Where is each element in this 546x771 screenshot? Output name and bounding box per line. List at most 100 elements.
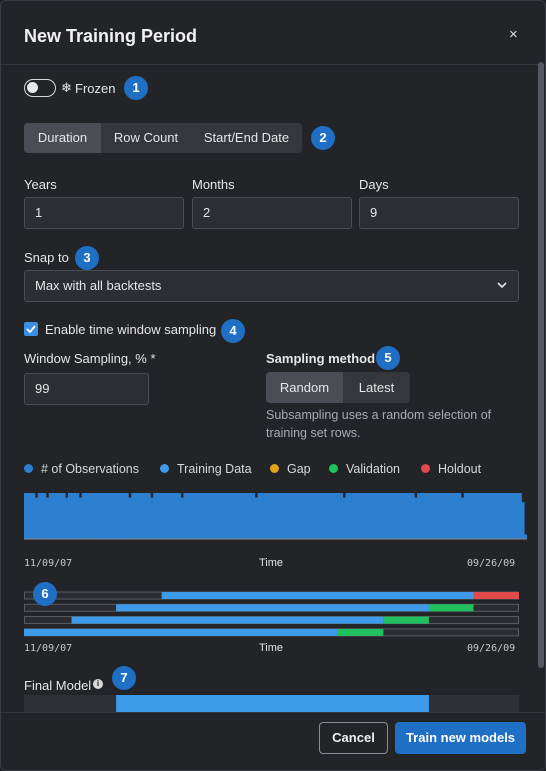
observation-bar xyxy=(92,493,96,539)
observation-bar xyxy=(312,493,316,539)
observation-bar xyxy=(466,493,470,539)
observation-bar xyxy=(307,493,311,539)
observation-bar xyxy=(78,497,83,539)
observation-bar xyxy=(81,493,85,539)
tab-duration[interactable]: Duration xyxy=(24,123,101,153)
snap-to-select[interactable]: Max with all backtests xyxy=(24,270,519,302)
observation-bar xyxy=(40,493,44,539)
observation-bar xyxy=(155,493,159,539)
observation-bar xyxy=(472,493,476,539)
observation-bar xyxy=(199,493,203,539)
years-input[interactable]: 1 xyxy=(24,197,184,229)
frozen-toggle[interactable] xyxy=(24,79,56,97)
tab-row-count[interactable]: Row Count xyxy=(101,123,191,153)
days-input[interactable]: 9 xyxy=(359,197,519,229)
observation-bar xyxy=(287,493,291,539)
observation-bar xyxy=(296,493,300,539)
observation-bar xyxy=(428,493,432,539)
legend-validation: Validation xyxy=(329,462,400,476)
observation-bar xyxy=(524,534,527,539)
observation-bar xyxy=(507,493,511,539)
observation-bar xyxy=(430,493,434,539)
observation-bar xyxy=(73,493,77,539)
observation-bar xyxy=(389,493,393,539)
dialog-title: New Training Period xyxy=(24,26,198,46)
observation-bar xyxy=(370,493,374,539)
months-input[interactable]: 2 xyxy=(192,197,352,229)
scrollbar[interactable] xyxy=(538,62,544,668)
legend-label: Training Data xyxy=(177,462,252,476)
observation-bar xyxy=(197,493,201,539)
close-icon[interactable]: × xyxy=(509,26,518,43)
snap-to-value: Max with all backtests xyxy=(35,278,162,293)
observation-bar xyxy=(282,493,286,539)
chevron-down-icon xyxy=(496,271,508,312)
train-new-models-button[interactable]: Train new models xyxy=(395,722,526,754)
observation-bar xyxy=(384,493,388,539)
observation-bar xyxy=(329,493,333,539)
callout-marker-7: 7 xyxy=(112,666,136,690)
observation-bar xyxy=(340,493,344,539)
observation-bar xyxy=(331,493,335,539)
observation-bar xyxy=(452,493,456,539)
info-icon[interactable]: i xyxy=(93,679,103,689)
frozen-label: Frozen xyxy=(75,81,116,96)
backtest-validation-segment xyxy=(383,616,429,624)
observation-bar xyxy=(304,493,308,539)
observation-bar xyxy=(232,493,236,539)
callout-marker-6: 6 xyxy=(33,582,57,606)
cancel-button[interactable]: Cancel xyxy=(319,722,388,754)
observation-bar xyxy=(419,493,423,539)
observation-bar xyxy=(98,493,102,539)
observation-bar xyxy=(128,497,132,539)
observation-bar xyxy=(444,493,448,539)
sampling-method-tabs: Random Latest xyxy=(266,372,410,403)
observation-bar xyxy=(243,493,247,539)
observation-bar xyxy=(483,493,487,539)
observation-bar xyxy=(166,493,170,539)
callout-marker-3: 3 xyxy=(75,246,99,270)
time-window-sampling-checkbox[interactable] xyxy=(24,322,38,336)
legend-label: # of Observations xyxy=(41,462,139,476)
observation-bar xyxy=(276,493,280,539)
observation-bar xyxy=(458,493,462,539)
observation-bar xyxy=(315,493,319,539)
observation-bar xyxy=(29,493,33,539)
observation-bar xyxy=(169,493,173,539)
observation-bar xyxy=(337,493,341,539)
sampling-help-text: Subsampling uses a random selection of t… xyxy=(266,408,492,440)
observation-bar xyxy=(131,493,135,539)
observation-bar xyxy=(216,493,220,539)
observation-bar xyxy=(356,493,360,539)
observation-bar xyxy=(348,493,352,539)
observation-bar xyxy=(274,493,278,539)
observation-bar xyxy=(230,493,234,539)
observation-bar xyxy=(103,493,107,539)
backtests-x-start: 11/09/07 xyxy=(24,643,73,654)
observation-bar xyxy=(43,493,47,539)
tab-random[interactable]: Random xyxy=(266,372,343,403)
observation-bar xyxy=(342,497,346,539)
observation-bar xyxy=(34,497,39,539)
legend-label: Validation xyxy=(346,462,400,476)
observation-bar xyxy=(224,493,228,539)
observation-bar xyxy=(87,493,91,539)
window-sampling-label: Window Sampling, % * xyxy=(24,351,156,366)
observation-bar xyxy=(84,493,88,539)
years-label: Years xyxy=(24,177,57,192)
new-training-period-dialog: New Training Period × ❄ Frozen 1 Duratio… xyxy=(0,0,546,771)
observation-bar xyxy=(186,493,190,539)
observation-bar xyxy=(408,493,412,539)
observation-bar xyxy=(164,493,168,539)
observation-bar xyxy=(76,493,80,539)
tab-start-end-date[interactable]: Start/End Date xyxy=(191,123,302,153)
window-sampling-input[interactable]: 99 xyxy=(24,373,149,405)
tab-latest[interactable]: Latest xyxy=(343,372,410,403)
callout-marker-1: 1 xyxy=(124,76,148,100)
backtest-validation-segment xyxy=(428,604,474,612)
observation-bar xyxy=(32,493,36,539)
backtest-training-segment xyxy=(161,592,474,599)
backtest-training-segment xyxy=(71,616,384,624)
backtests-x-end: 09/26/09 xyxy=(467,643,516,654)
observation-bar xyxy=(205,493,209,539)
